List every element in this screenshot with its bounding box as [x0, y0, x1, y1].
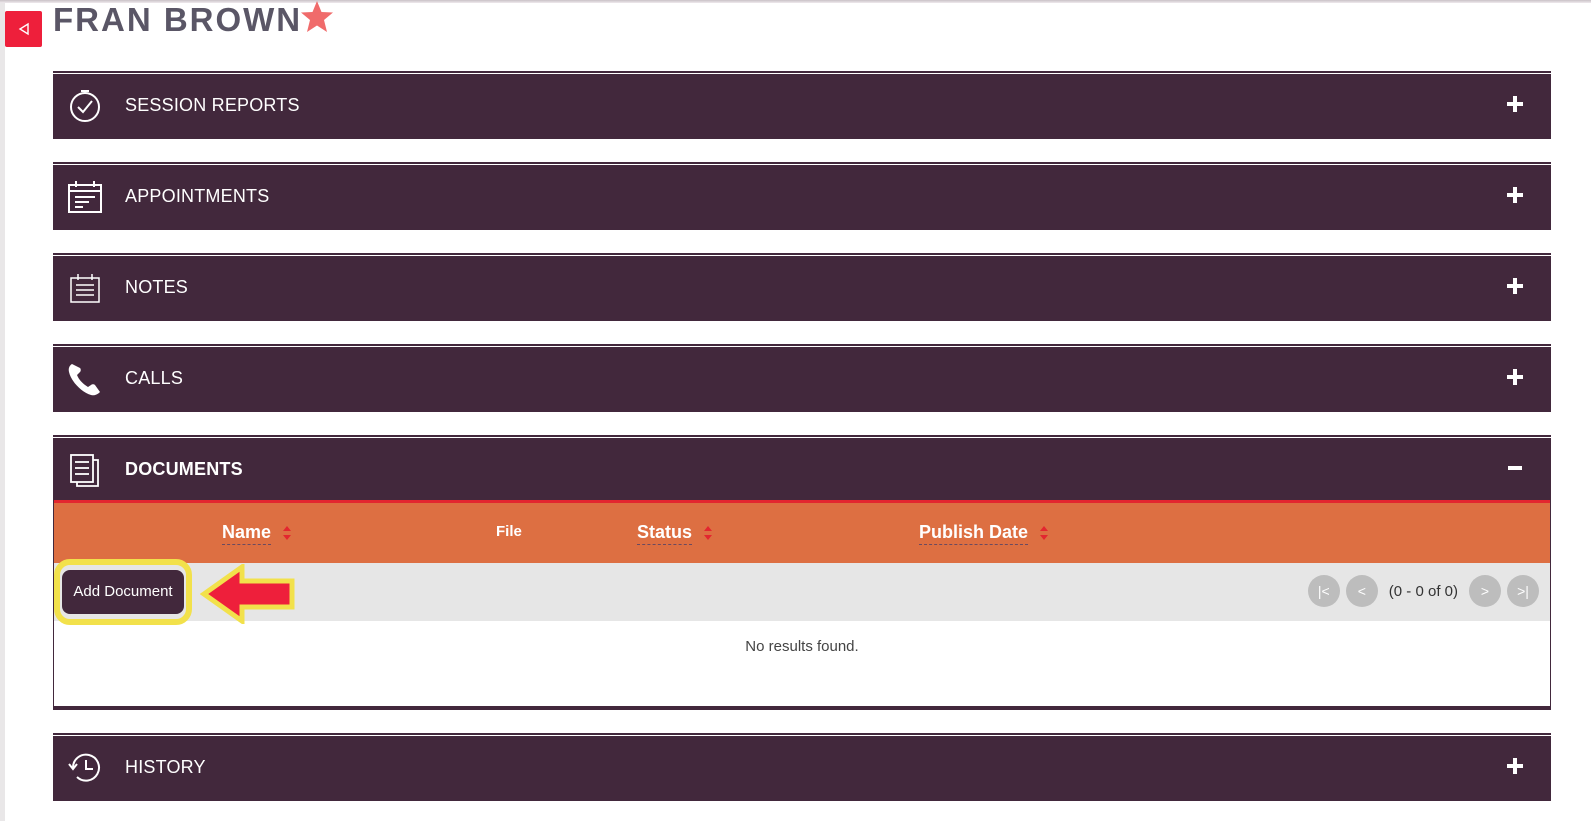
- panel-title: HISTORY: [125, 757, 206, 777]
- first-page-button[interactable]: |<: [1307, 575, 1340, 607]
- add-document-button[interactable]: Add Document: [62, 570, 184, 614]
- sort-icon: [283, 526, 292, 541]
- panel-notes[interactable]: NOTES: [53, 255, 1551, 321]
- plus-icon[interactable]: [1505, 367, 1525, 387]
- panel-documents[interactable]: DOCUMENTS: [53, 437, 1551, 503]
- phone-icon: [68, 364, 100, 396]
- empty-state-text: No results found.: [745, 638, 859, 655]
- plus-icon[interactable]: [1505, 756, 1525, 776]
- column-header-publish-date[interactable]: Publish Date: [919, 503, 1049, 563]
- page-title: FRAN BROWN: [53, 1, 303, 38]
- panel-session-reports[interactable]: SESSION REPORTS: [53, 73, 1551, 139]
- panel-title: DOCUMENTS: [125, 459, 243, 479]
- plus-icon[interactable]: [1505, 94, 1525, 114]
- prev-page-button[interactable]: <: [1345, 575, 1378, 607]
- history-icon: [68, 753, 100, 782]
- documents-icon: [70, 454, 99, 487]
- documents-content: Name File Status Publish Date Add Docume…: [53, 500, 1551, 710]
- column-header-file: File: [496, 523, 522, 540]
- plus-icon[interactable]: [1505, 276, 1525, 296]
- back-triangle-icon: [18, 22, 29, 36]
- left-strip: [0, 3, 5, 821]
- plus-icon[interactable]: [1505, 185, 1525, 205]
- notepad-icon: [70, 274, 100, 303]
- minus-icon[interactable]: [1505, 458, 1525, 478]
- documents-table-header: Name File Status Publish Date: [54, 503, 1550, 563]
- back-button[interactable]: [5, 11, 42, 47]
- documents-toolbar: Add Document |< < (0 - 0 of 0) > >|: [54, 559, 1550, 625]
- pagination: |< < (0 - 0 of 0) > >|: [1305, 575, 1542, 607]
- sort-icon: [1040, 526, 1049, 541]
- panel-calls[interactable]: CALLS: [53, 346, 1551, 412]
- panel-history[interactable]: HISTORY: [53, 735, 1551, 801]
- star-icon[interactable]: [299, 0, 335, 34]
- column-header-name[interactable]: Name: [222, 503, 292, 563]
- panel-title: NOTES: [125, 277, 189, 297]
- last-page-button[interactable]: >|: [1507, 575, 1539, 607]
- page-info: (0 - 0 of 0): [1388, 582, 1458, 600]
- arrow-left-icon: [200, 564, 295, 624]
- panel-title: APPOINTMENTS: [125, 186, 270, 206]
- next-page-button[interactable]: >: [1469, 575, 1501, 607]
- panel-appointments[interactable]: APPOINTMENTS: [53, 164, 1551, 230]
- sort-icon: [704, 526, 713, 541]
- calendar-icon: [68, 181, 102, 213]
- panel-title: CALLS: [125, 368, 184, 388]
- clock-check-icon: [70, 90, 100, 122]
- column-header-status[interactable]: Status: [637, 503, 713, 563]
- panel-title: SESSION REPORTS: [125, 95, 300, 115]
